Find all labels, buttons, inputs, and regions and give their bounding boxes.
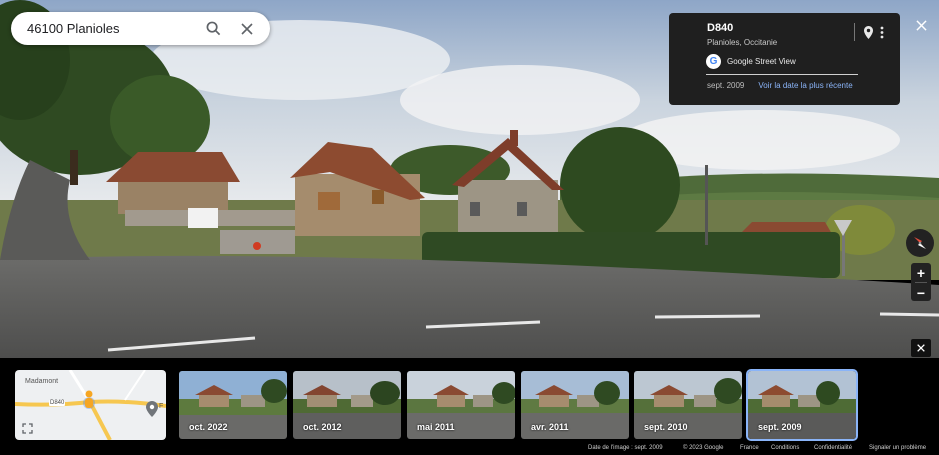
lane-marking [879, 312, 939, 317]
timeline-date-label: mai 2011 [417, 422, 455, 432]
tree [110, 75, 210, 165]
expand-map-button[interactable] [19, 420, 35, 436]
pole [705, 165, 708, 245]
wall [220, 230, 295, 254]
search-icon [206, 21, 220, 36]
cloud [400, 65, 640, 135]
search-box[interactable]: 46100 Planioles [11, 12, 270, 45]
capture-date: sept. 2009 [707, 81, 745, 90]
door [318, 192, 340, 210]
timeline-thumbnail-selected[interactable]: sept. 2009 [746, 369, 858, 441]
tree [560, 127, 680, 243]
timeline-date-label: oct. 2012 [303, 422, 342, 432]
more-options-button[interactable] [876, 24, 888, 40]
search-button[interactable] [196, 12, 230, 45]
copyright-footer: © 2023 Google [683, 445, 724, 451]
tree-trunk [70, 150, 78, 185]
close-icon [915, 19, 927, 31]
timeline-date-label: sept. 2009 [758, 422, 802, 432]
country-link[interactable]: France [740, 445, 759, 455]
close-street-view-button[interactable] [911, 15, 931, 35]
timeline-thumbnail[interactable]: avr. 2011 [521, 371, 629, 439]
location-pin-icon [863, 25, 873, 39]
close-icon [241, 22, 253, 35]
pegman-icon [85, 390, 93, 408]
minimap-road-label: D840 [49, 400, 66, 406]
fullscreen-icon [21, 422, 33, 434]
timeline-thumbnail[interactable]: sept. 2010 [634, 371, 742, 439]
minimap-edge-label: F [159, 403, 164, 410]
divider [854, 23, 855, 41]
zoom-in-button[interactable]: + [911, 263, 931, 282]
source-label: Google Street View [727, 57, 796, 66]
minimap[interactable]: Madamont D840 F [15, 370, 166, 440]
image-date-footer: Date de l'image : sept. 2009 [588, 445, 663, 451]
timeline-date-label: sept. 2010 [644, 422, 688, 432]
timeline-strip: Madamont D840 F oct. 2022 oct. 2012 mai … [0, 358, 939, 455]
chimney [510, 130, 518, 146]
compass-button[interactable] [906, 229, 934, 257]
location-info-card: D840 Planioles, Occitanie G Google Stree… [669, 13, 900, 105]
privacy-link[interactable]: Confidentialité [814, 445, 852, 455]
timeline-date-label: avr. 2011 [531, 422, 569, 432]
place-marker-icon [146, 401, 158, 417]
timeline-thumbnail[interactable]: oct. 2012 [293, 371, 401, 439]
image-source: G Google Street View [706, 54, 900, 69]
timeline-thumbnail[interactable]: oct. 2022 [179, 371, 287, 439]
window [470, 202, 480, 216]
compass-icon [914, 237, 926, 249]
sign-post [842, 228, 845, 276]
terms-link[interactable]: Conditions [771, 445, 799, 455]
window [372, 190, 384, 204]
close-timeline-button[interactable] [911, 339, 931, 357]
minimap-place-label: Madamont [25, 378, 59, 385]
timeline-thumbnail[interactable]: mai 2011 [407, 371, 515, 439]
divider [706, 74, 858, 75]
fence [188, 208, 218, 228]
clear-search-button[interactable] [230, 12, 264, 45]
hydrant [253, 242, 261, 250]
timeline-date-label: oct. 2022 [189, 422, 228, 432]
google-logo-icon: G [706, 54, 721, 69]
zoom-out-button[interactable]: − [911, 283, 931, 302]
location-pin-button[interactable] [862, 24, 874, 40]
latest-date-link[interactable]: Voir la date la plus récente [758, 81, 852, 90]
lane-marking [654, 314, 761, 319]
close-icon [917, 344, 925, 352]
window [517, 202, 527, 216]
zoom-control: + − [911, 263, 931, 301]
search-input[interactable]: 46100 Planioles [27, 21, 196, 36]
more-vert-icon [880, 26, 884, 38]
report-problem-link[interactable]: Signaler un problème [869, 445, 926, 455]
